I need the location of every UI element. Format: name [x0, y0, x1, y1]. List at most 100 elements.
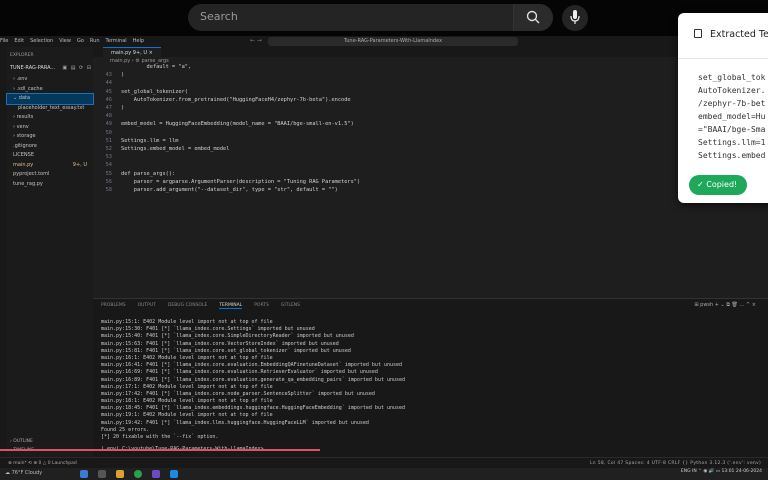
outline-section[interactable]: › OUTLINE [10, 439, 33, 444]
terminal-line: main.py:19:1: E402 Module level import n… [101, 412, 273, 419]
file-tree: › .env › .sdl_cache ⌄ data placeholder_t… [6, 75, 94, 190]
code-text: parser.add_argument("--dataset_dir", typ… [121, 187, 338, 193]
copy-icon [694, 29, 702, 38]
panel-toolbar-icon[interactable]: ⊞ pwsh + ⌄ ⧉ 🗑 … ^ × [694, 302, 756, 308]
microphone-icon [570, 10, 580, 24]
voice-search-button[interactable] [562, 5, 588, 31]
terminal-line: main.py:16:1: E402 Module level import n… [101, 354, 273, 361]
code-text: ) [121, 105, 125, 111]
menu-bar: File Edit Selection View Go Run Terminal… [0, 38, 144, 44]
tab-gitlens[interactable]: GITLENS [281, 303, 300, 309]
code-editor[interactable]: default = "a", 43) 44 45 set_global_tokenize… [93, 62, 768, 298]
search-bar[interactable]: Search [188, 4, 553, 31]
editor-tabs: main.py 9+, U × [93, 47, 768, 57]
code-text: default = "a", [121, 64, 192, 70]
menu-go[interactable]: Go [77, 38, 84, 44]
taskbar-apps [80, 470, 178, 478]
menu-view[interactable]: View [59, 38, 71, 44]
line-number: 43 [105, 72, 112, 79]
terminal-line: main.py:15:30: F401 [*] `llama_index.cor… [101, 326, 315, 333]
menu-terminal[interactable]: Terminal [106, 38, 127, 44]
line-number: 53 [105, 154, 112, 161]
tree-item-gitignore[interactable]: .gitignore [7, 142, 93, 152]
terminal-output[interactable]: main.py:15:1: E402 Module level import n… [101, 319, 405, 441]
bottom-panel: PROBLEMS OUTPUT DEBUG CONSOLE TERMINAL P… [93, 298, 768, 457]
menu-edit[interactable]: Edit [14, 38, 24, 44]
terminal-line: main.py:15:81: F401 [*] `llama_index.cor… [101, 347, 351, 354]
tree-item-tune-rag[interactable]: tune_rag.py [7, 180, 93, 190]
tree-item-pyproject[interactable]: pyproject.toml [7, 170, 93, 180]
search-taskbar-icon[interactable] [98, 470, 106, 478]
tree-item-storage[interactable]: › storage [7, 132, 93, 142]
panel-tabs: PROBLEMS OUTPUT DEBUG CONSOLE TERMINAL P… [101, 303, 300, 309]
terminal-line: main.py:19:42: F401 [*] `llama_index.llm… [101, 419, 369, 426]
weather-widget[interactable]: ☁ 76°F Cloudy [5, 470, 42, 476]
tab-main-py[interactable]: main.py 9+, U × [103, 47, 161, 57]
menu-run[interactable]: Run [90, 38, 100, 44]
extracted-text-line: Settings.embed [698, 151, 766, 160]
line-number: 49 [105, 121, 112, 128]
status-right[interactable]: Ln 58, Col 47 Spaces: 4 UTF-8 CRLF {} Py… [590, 461, 761, 466]
browser-top-bar: Search [0, 0, 768, 36]
line-number: 55 [105, 170, 112, 177]
tree-item-license[interactable]: LICENSE [7, 151, 93, 161]
popup-divider [678, 58, 768, 59]
activity-bar [0, 47, 7, 457]
tree-item-data[interactable]: ⌄ data [6, 93, 94, 105]
menu-help[interactable]: Help [133, 38, 144, 44]
git-badge: 9+, U [72, 161, 87, 168]
search-input[interactable]: Search [200, 10, 238, 23]
code-text: set_global_tokenizer( [121, 88, 188, 95]
copied-button[interactable]: ✓ Copied! [689, 175, 747, 195]
explorer-header: EXPLORER [10, 53, 34, 58]
tree-item-sdl-cache[interactable]: › .sdl_cache [7, 85, 93, 95]
popup-header: Extracted Text [694, 29, 768, 40]
tab-output[interactable]: OUTPUT [138, 303, 156, 309]
status-left[interactable]: ⊗ main* ⟲ ⊗ 0 △ 0 Launchpad [8, 461, 77, 466]
terminal-line: main.py:16:69: F401 [*] `llama_index.cor… [101, 369, 378, 376]
line-number: 51 [105, 137, 112, 144]
line-number: 50 [105, 129, 112, 136]
tab-ports[interactable]: PORTS [254, 303, 269, 309]
code-text: embed_model = HuggingFaceEmbedding(model… [121, 121, 354, 128]
command-center[interactable]: Tune-RAG-Parameters-With-LlamaIndex [268, 37, 518, 46]
status-bar: ⊗ main* ⟲ ⊗ 0 △ 0 Launchpad Ln 58, Col 4… [0, 457, 768, 468]
extracted-text-popup: Extracted Text set_global_tok AutoTokeniz… [678, 13, 768, 203]
tab-problems[interactable]: PROBLEMS [101, 303, 126, 309]
tree-item-venv[interactable]: › venv [7, 123, 93, 133]
extracted-text-line: Settings.llm=1 [698, 138, 766, 147]
nav-arrows-icon[interactable]: ← → [250, 37, 262, 44]
explorer-actions-icon[interactable]: ▣ ▤ ⟳ ⊟ [62, 65, 92, 71]
terminal-line: main.py:17:42: F401 [*] `llama_index.cor… [101, 390, 375, 397]
project-name: TUNE-RAG-PARA... [10, 65, 56, 71]
extracted-text[interactable]: set_global_tok AutoTokenizer. /zephyr-7b-b… [698, 71, 765, 162]
code-text: def parse_args(): [121, 170, 176, 177]
tree-item-main-py[interactable]: main.py 9+, U [7, 161, 93, 171]
menu-file[interactable]: File [0, 38, 8, 44]
search-button[interactable] [513, 4, 553, 31]
terminal-line: Found 25 errors. [101, 426, 150, 433]
tree-item-essay[interactable]: placeholder_text_essay.txt [7, 104, 93, 114]
code-text: ) [121, 72, 125, 79]
line-number: 46 [105, 96, 112, 103]
menu-selection[interactable]: Selection [30, 38, 53, 44]
start-icon[interactable] [80, 470, 88, 478]
tree-item-results[interactable]: › results [7, 113, 93, 123]
tab-terminal[interactable]: TERMINAL [219, 303, 243, 309]
tree-item-env[interactable]: › .env [7, 75, 93, 85]
system-tray[interactable]: ENG IN ⌃ ◉ 🔊 ▭ 13:01 24-06-2024 [681, 469, 762, 474]
file-explorer-icon[interactable] [116, 470, 124, 478]
terminal-line: main.py:15:40: F401 [*] `llama_index.cor… [101, 333, 354, 340]
extracted-text-line: ="BAAI/bge-Sma [698, 125, 766, 134]
extracted-text-line: /zephyr-7b-bet [698, 99, 766, 108]
video-progress-bar[interactable] [0, 449, 320, 451]
line-number: 54 [105, 162, 112, 169]
tab-debug-console[interactable]: DEBUG CONSOLE [168, 303, 207, 309]
chrome-icon[interactable] [134, 470, 142, 478]
popup-title: Extracted Text [710, 29, 768, 40]
app-icon[interactable] [152, 470, 160, 478]
vscode-icon[interactable] [170, 470, 178, 478]
line-number: 45 [105, 88, 112, 95]
project-folder[interactable]: TUNE-RAG-PARA... ▣ ▤ ⟳ ⊟ [10, 65, 92, 71]
title-bar: File Edit Selection View Go Run Terminal… [0, 36, 768, 47]
